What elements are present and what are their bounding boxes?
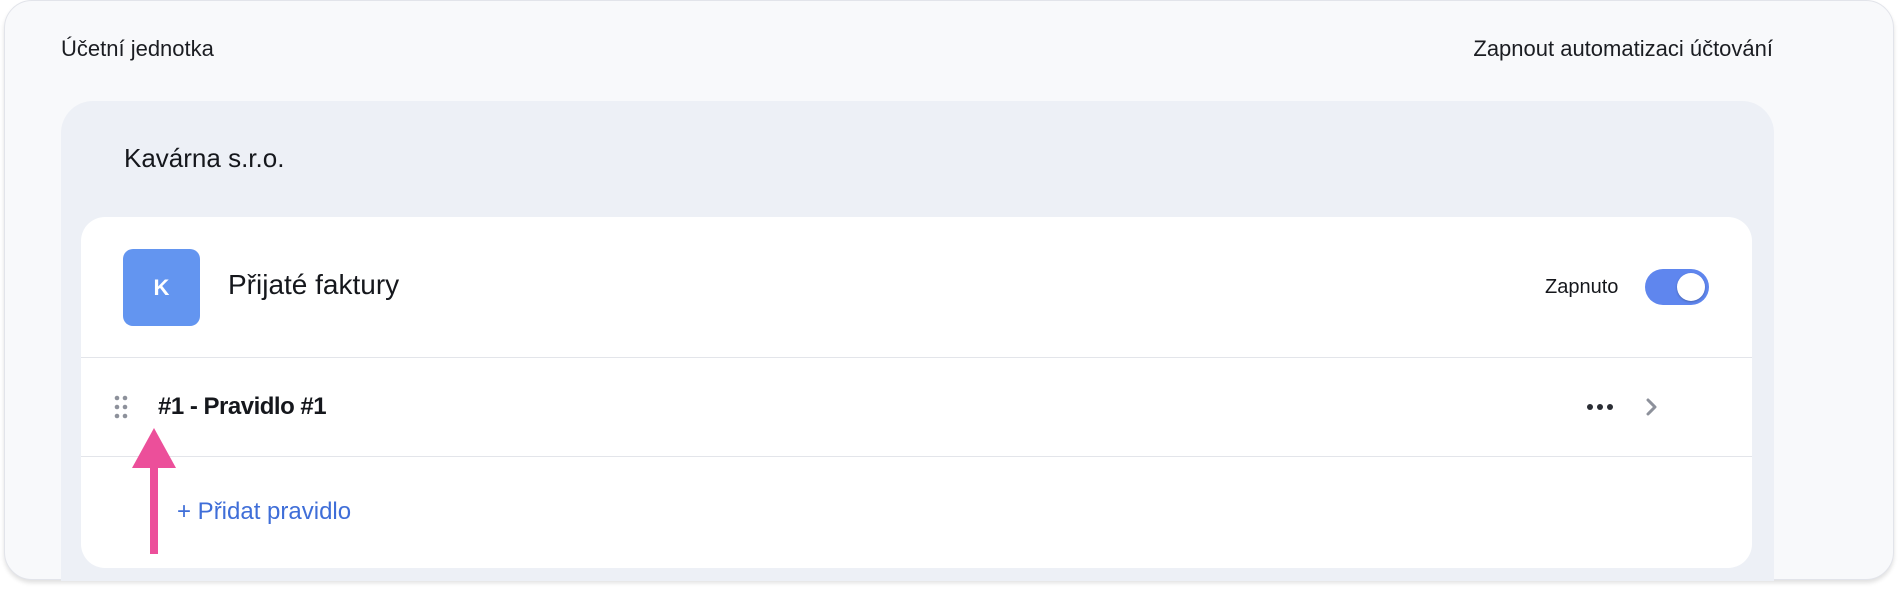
enabled-toggle[interactable] bbox=[1645, 269, 1709, 305]
status-label: Zapnuto bbox=[1545, 276, 1619, 298]
toggle-knob bbox=[1677, 273, 1705, 301]
accounting-unit-label: Účetní jednotka bbox=[61, 36, 214, 61]
enable-automation-label: Zapnout automatizaci účtování bbox=[1473, 36, 1773, 61]
drag-handle-icon[interactable] bbox=[113, 395, 129, 419]
card-title: Přijaté faktury bbox=[228, 269, 400, 300]
divider bbox=[81, 456, 1752, 457]
arrow-up-icon bbox=[130, 428, 190, 558]
divider bbox=[81, 357, 1752, 358]
avatar: K bbox=[123, 249, 200, 326]
rule-title[interactable]: #1 - Pravidlo #1 bbox=[158, 393, 327, 421]
invoice-card: K Přijaté faktury Zapnuto #1 - Pravidlo … bbox=[81, 217, 1752, 568]
company-name: Kavárna s.r.o. bbox=[124, 143, 285, 173]
chevron-right-icon[interactable] bbox=[1641, 395, 1661, 419]
avatar-letter: K bbox=[153, 274, 170, 300]
more-horizontal-icon[interactable] bbox=[1585, 395, 1615, 419]
add-rule-link[interactable]: + Přidat pravidlo bbox=[177, 498, 351, 526]
